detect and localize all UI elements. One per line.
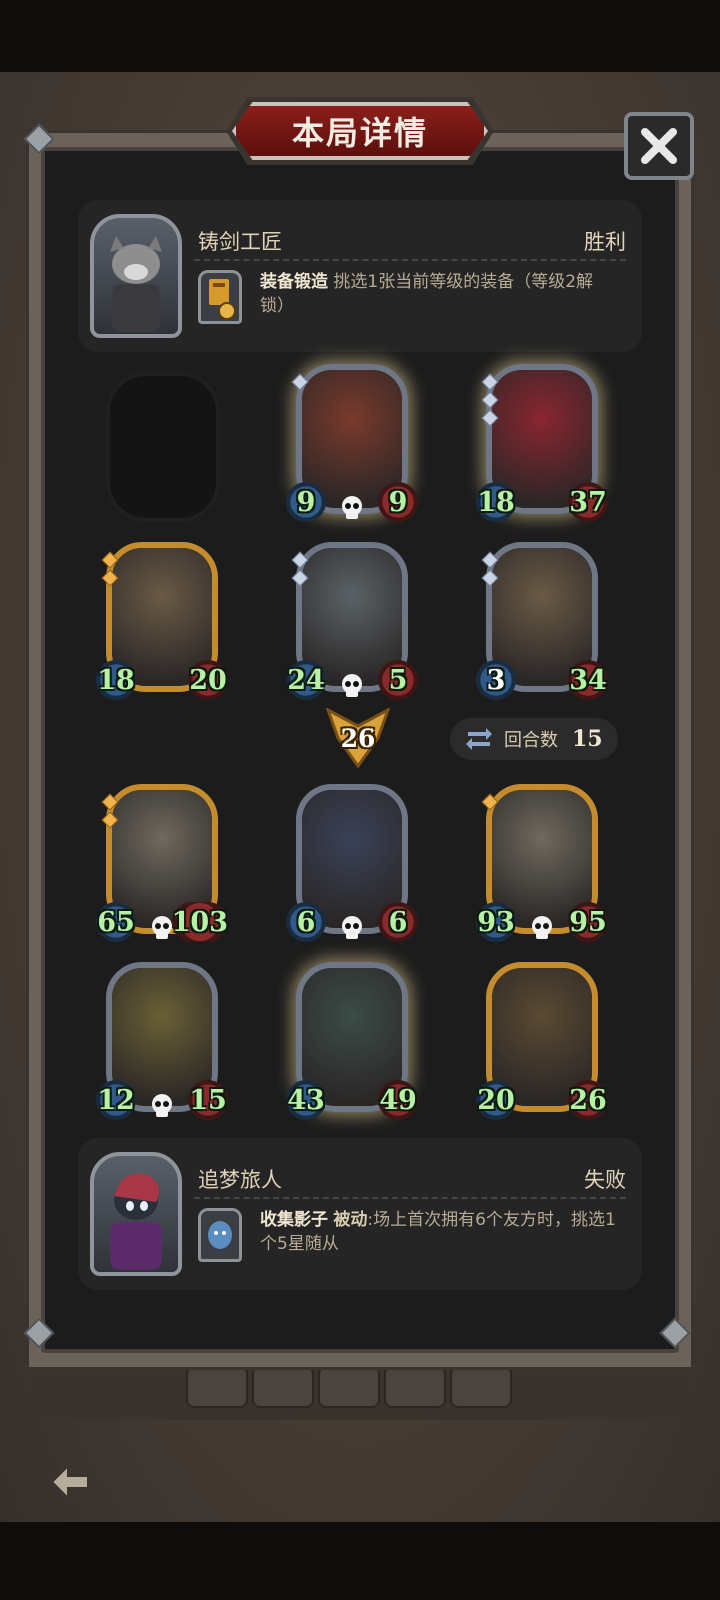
page-title: 本局详情 [291, 114, 428, 152]
empty-card-slot [106, 372, 220, 522]
close-button[interactable] [624, 112, 694, 180]
skull-icon [148, 1092, 176, 1120]
underlying-thumb [384, 1366, 446, 1408]
health-value: 95 [568, 902, 608, 942]
skull-icon [338, 914, 366, 942]
underlying-thumb [186, 1366, 248, 1408]
minion-card[interactable]: 99 [286, 364, 418, 524]
underlying-thumb [252, 1366, 314, 1408]
minion-card[interactable]: 66 [286, 784, 418, 944]
attack-value: 24 [286, 660, 326, 700]
damage-value: 26 [340, 724, 376, 753]
match-result: 失败 [584, 1168, 626, 1192]
shadow-icon [208, 1221, 232, 1249]
skill-description: 收集影子 被动:场上首次拥有6个友方时，挑选1个5星随从 [260, 1208, 618, 1256]
back-button[interactable] [46, 1460, 94, 1504]
bottom-bar [0, 1522, 720, 1600]
minion-card[interactable]: 18 37 [476, 364, 608, 524]
dream-traveler-portrait [110, 1173, 162, 1270]
attack-value: 43 [286, 1080, 326, 1120]
player-portrait-avatar [90, 214, 182, 338]
minion-card[interactable]: 43 49 [286, 962, 418, 1122]
divider [194, 259, 626, 261]
health-value: 9 [378, 482, 418, 522]
underlying-thumb [318, 1366, 380, 1408]
attack-value: 65 [96, 902, 136, 942]
swap-arrows-icon [466, 728, 492, 750]
health-value: 15 [188, 1080, 228, 1120]
attack-value: 9 [286, 482, 326, 522]
skull-icon [148, 914, 176, 942]
health-value: 6 [378, 902, 418, 942]
health-value: 37 [568, 482, 608, 522]
minion-card[interactable]: 65 103 [96, 784, 228, 944]
health-value: 49 [378, 1080, 418, 1120]
top-bar [0, 0, 720, 72]
health-value: 34 [568, 660, 608, 700]
shadow-skill-icon[interactable] [198, 1208, 242, 1262]
skull-icon [528, 914, 556, 942]
minion-card[interactable]: 3 34 [476, 542, 608, 702]
equipment-book-icon[interactable] [198, 270, 242, 324]
loser-panel: 追梦旅人 失败 收集影子 被动:场上首次拥有6个友方时，挑选1个5星随从 [78, 1138, 642, 1290]
match-result: 胜利 [584, 230, 626, 254]
skill-name: 收集影子 [260, 1210, 328, 1230]
attack-value: 18 [96, 660, 136, 700]
winner-panel: 铸剑工匠 胜利 装备锻造 挑选1张当前等级的装备（等级2解锁） [78, 200, 642, 352]
skull-icon [338, 672, 366, 700]
title-banner: 本局详情 [232, 102, 488, 160]
player-name: 追梦旅人 [198, 1168, 282, 1192]
turn-counter: 回合数 15 [450, 718, 618, 760]
turn-label: 回合数 [504, 730, 558, 751]
minion-card[interactable]: 93 95 [476, 784, 608, 944]
book-icon [209, 279, 236, 320]
divider [194, 1197, 626, 1199]
minion-card[interactable]: 20 26 [476, 962, 608, 1122]
attack-value: 6 [286, 902, 326, 942]
skill-name: 装备锻造 [260, 272, 328, 292]
attack-value: 18 [476, 482, 516, 522]
attack-value: 12 [96, 1080, 136, 1120]
minion-card[interactable]: 12 15 [96, 962, 228, 1122]
skull-icon [338, 494, 366, 522]
attack-value: 20 [476, 1080, 516, 1120]
turn-value: 15 [572, 726, 603, 752]
underlying-thumb [450, 1366, 512, 1408]
close-icon [641, 128, 677, 164]
minion-card[interactable]: 18 20 [96, 542, 228, 702]
skill-tag: 被动 [333, 1210, 368, 1230]
skill-description: 装备锻造 挑选1张当前等级的装备（等级2解锁） [260, 270, 618, 318]
attack-value: 3 [476, 660, 516, 700]
player-name: 铸剑工匠 [198, 230, 282, 254]
cat-smith-portrait [110, 236, 162, 332]
back-arrow-icon [50, 1464, 89, 1500]
health-value: 5 [378, 660, 418, 700]
player-portrait-avatar [90, 1152, 182, 1276]
health-value: 20 [188, 660, 228, 700]
attack-value: 93 [476, 902, 516, 942]
health-value: 26 [568, 1080, 608, 1120]
minion-card[interactable]: 24 5 [286, 542, 418, 702]
health-value: 103 [171, 902, 228, 942]
damage-badge: 26 [326, 708, 390, 768]
